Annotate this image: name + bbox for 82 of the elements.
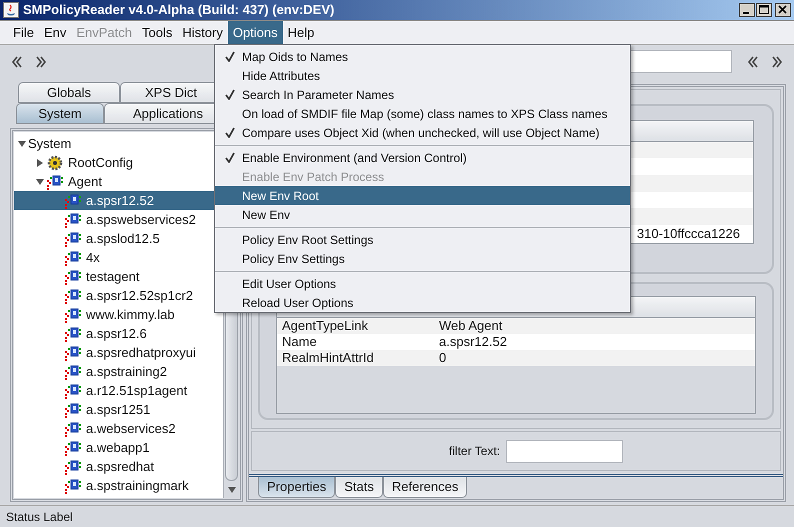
tree-item[interactable]: a.spsredhat <box>14 457 223 476</box>
network-node-icon <box>64 248 82 266</box>
tab[interactable]: Stats <box>335 477 383 498</box>
network-node-icon <box>64 458 82 476</box>
tree-item[interactable]: a.webservices2 <box>14 419 223 438</box>
network-node-icon <box>64 438 82 456</box>
tree-label: a.spswebservices2 <box>86 210 196 229</box>
tree-label: a.spsr1251 <box>86 400 150 419</box>
table-cell-text: 0 <box>439 349 446 368</box>
network-node-icon <box>64 306 82 324</box>
tab[interactable]: System <box>16 103 104 124</box>
collapse-arrow-icon[interactable] <box>36 178 44 186</box>
tree-label: a.spsr12.52sp1cr2 <box>86 286 193 305</box>
network-node-icon <box>64 230 82 248</box>
menu-item[interactable]: Help <box>282 21 320 44</box>
network-node-icon <box>64 324 82 342</box>
back-button[interactable] <box>10 54 24 68</box>
network-node-icon <box>64 344 82 362</box>
scroll-down-icon[interactable] <box>226 486 236 494</box>
tree-label: RootConfig <box>68 154 134 172</box>
network-node-icon <box>64 210 82 228</box>
back-button[interactable] <box>746 54 760 68</box>
menu-item[interactable]: New Env Root <box>215 186 630 205</box>
network-node-icon <box>64 476 82 494</box>
network-node-icon <box>64 362 82 380</box>
minimize-button[interactable] <box>739 3 755 17</box>
network-node-icon <box>64 192 82 210</box>
menu-item[interactable]: Map Oids to Names <box>215 47 630 66</box>
tab[interactable]: Globals <box>18 82 120 103</box>
menu-item[interactable]: Options <box>228 21 283 44</box>
tree-label: a.webservices2 <box>86 420 176 438</box>
menu-item[interactable]: Hide Attributes <box>215 66 630 85</box>
menu-item[interactable]: File <box>8 21 39 44</box>
table-cell-text: AgentTypeLink <box>281 317 370 336</box>
app-icon <box>3 2 19 18</box>
tree-label: www.kimmy.lab <box>86 306 175 324</box>
tree-label: 4x <box>86 248 100 267</box>
tree-label: testagent <box>86 268 140 286</box>
tree-label: System <box>28 134 72 153</box>
menu-item[interactable]: History <box>177 21 228 44</box>
tree-item[interactable]: a.spsredhatproxyui <box>14 343 223 362</box>
network-node-icon <box>46 172 64 190</box>
maximize-button[interactable] <box>756 3 772 17</box>
menu-item[interactable]: Env <box>38 21 72 44</box>
network-node-icon <box>64 420 82 438</box>
tree-item[interactable]: a.spstrainingmark <box>14 476 223 495</box>
menu-item[interactable]: Tools <box>137 21 178 44</box>
network-node-icon <box>64 382 82 400</box>
tree-label: Agent <box>68 172 102 191</box>
table-cell-text: a.spsr12.52 <box>439 333 507 352</box>
close-button[interactable] <box>775 3 791 17</box>
tree-item[interactable]: a.spsr12.6 <box>14 324 223 343</box>
forward-button[interactable] <box>770 54 784 68</box>
tree-label: a.spstraining2 <box>86 362 167 381</box>
tree-item[interactable]: a.spstraining2 <box>14 362 223 381</box>
status-label: Status Label <box>6 508 73 526</box>
window-title: SMPolicyReader v4.0-Alpha (Build: 437) (env:DEV) <box>23 1 336 20</box>
tab[interactable]: References <box>382 477 468 498</box>
tree-label: a.spsredhat <box>86 458 154 476</box>
table-cell-text: RealmHintAttrId <box>281 349 375 368</box>
network-node-icon <box>64 286 82 304</box>
table-cell-text: Web Agent <box>439 317 502 336</box>
collapse-arrow-icon[interactable] <box>18 140 26 148</box>
tab[interactable]: Properties <box>258 477 336 498</box>
table-cell-text: Name <box>281 333 318 352</box>
tree-label: a.webapp1 <box>86 438 150 457</box>
filter-field[interactable] <box>506 440 624 462</box>
tree-label: a.spsr12.6 <box>86 324 147 343</box>
tree-item[interactable]: a.webapp1 <box>14 438 223 457</box>
gear-icon <box>46 154 64 172</box>
tree-item[interactable]: a.r12.51sp1agent <box>14 381 223 400</box>
network-node-icon <box>64 400 82 418</box>
tree-label: a.spsredhatproxyui <box>86 344 196 362</box>
network-node-icon <box>64 268 82 286</box>
tree-item[interactable]: a.spsr1251 <box>14 400 223 419</box>
expand-arrow-icon[interactable] <box>36 158 44 166</box>
tree-label: a.spstrainingmark <box>86 476 189 495</box>
tree-label: a.spsr12.52 <box>86 192 154 210</box>
tree-label: a.r12.51sp1agent <box>86 382 188 400</box>
forward-button[interactable] <box>34 54 48 68</box>
tree-label: a.spslod12.5 <box>86 230 160 248</box>
filter-label: filter Text: <box>448 443 500 460</box>
